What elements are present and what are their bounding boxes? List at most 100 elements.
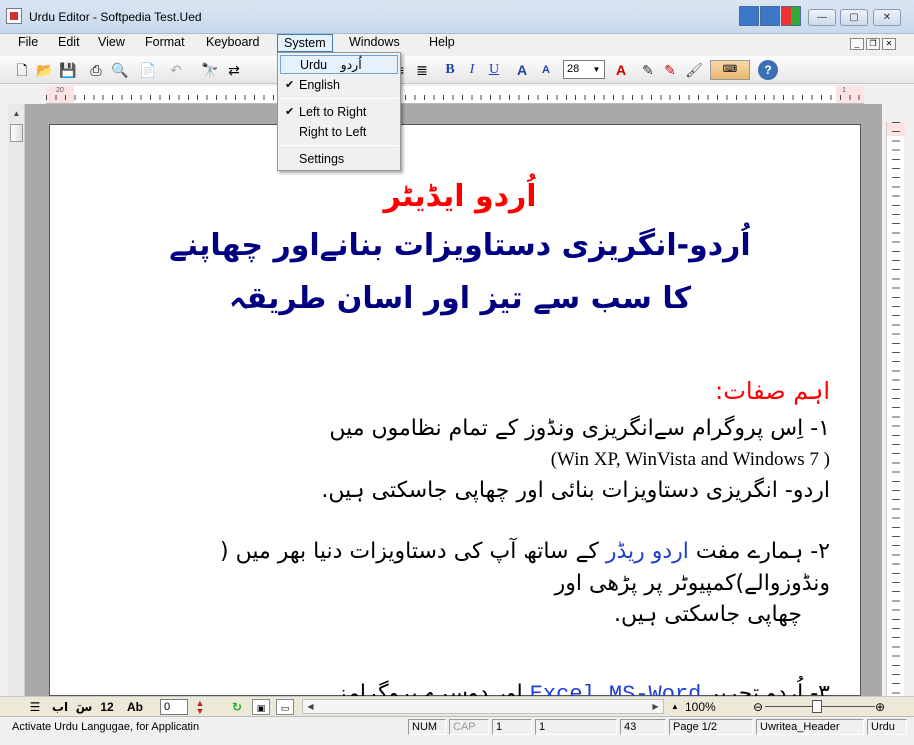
menu-separator: [280, 145, 398, 146]
horizontal-ruler[interactable]: 20 1: [46, 86, 864, 104]
language-indicator: Urdu: [867, 719, 907, 735]
zoom-in-icon[interactable]: ⊕: [872, 699, 888, 715]
horizontal-scrollbar[interactable]: ◀ ▶: [302, 699, 664, 714]
menu-option-rtl[interactable]: Right to Left: [280, 123, 398, 142]
zoom-dropdown-icon[interactable]: ▲: [668, 699, 682, 715]
replace-icon[interactable]: ⇄: [224, 60, 244, 80]
open-folder-icon[interactable]: 📂: [35, 60, 55, 80]
system-menu-dropdown: Urdu اُردو ✔ English ✔ Left to Right Rig…: [277, 52, 401, 171]
mdi-restore-icon[interactable]: ❐: [866, 38, 880, 50]
menu-system[interactable]: System: [277, 34, 333, 52]
menu-option-ltr[interactable]: ✔ Left to Right: [280, 103, 398, 122]
print-preview-icon[interactable]: 🔍: [110, 60, 130, 80]
font-grow-icon[interactable]: A: [512, 60, 532, 80]
menu-format[interactable]: Format: [139, 34, 191, 52]
back-arrow-icon[interactable]: [760, 6, 780, 26]
menu-keyboard[interactable]: Keyboard: [200, 34, 266, 52]
zoom-out-icon[interactable]: ⊖: [750, 699, 766, 715]
frame-icon[interactable]: ▭: [276, 699, 294, 715]
menu-view[interactable]: View: [92, 34, 131, 52]
zoom-slider-thumb[interactable]: [812, 700, 822, 713]
font-color-icon[interactable]: A: [611, 60, 631, 80]
help-person-icon[interactable]: [739, 6, 759, 26]
help-icon[interactable]: ?: [758, 60, 778, 80]
justify-icon[interactable]: ≣: [412, 60, 432, 80]
grid-colors-icon[interactable]: [781, 6, 801, 26]
urdu-reader-link[interactable]: اردو ریڈر: [606, 539, 689, 564]
menu-edit[interactable]: Edit: [52, 34, 86, 52]
highlight-icon[interactable]: ✎: [638, 60, 658, 80]
page-indicator: Page 1/2: [669, 719, 753, 735]
size-12-button[interactable]: 12: [98, 699, 116, 715]
urdu-style-button[interactable]: سَ: [75, 699, 93, 715]
save-icon[interactable]: 💾: [58, 60, 78, 80]
toolbar: 🗋 📂 💾 ⎙ 🔍 📄 ↶ 🔭 ⇄ ≡ ≣ B I U A A 28 ▼ A ✎…: [0, 56, 914, 84]
scroll-left-icon[interactable]: ◀: [303, 700, 318, 713]
text-line-4-post: کے ساتھ آپ کی دستاویزات دنیا بھر میں (: [220, 539, 606, 564]
menu-help[interactable]: Help: [423, 34, 461, 52]
num-lock-indicator: NUM: [408, 719, 446, 735]
font-size-select[interactable]: 28 ▼: [563, 60, 605, 79]
scroll-up-icon[interactable]: ▲: [8, 106, 25, 121]
title-bar: Urdu Editor - Softpedia Test.Ued — ▢ ✕: [0, 0, 914, 34]
scroll-right-icon[interactable]: ▶: [648, 700, 663, 713]
print-icon[interactable]: ⎙: [86, 60, 106, 80]
brush-icon[interactable]: 🖌: [684, 60, 704, 80]
text-line-3: اردو- انگریزی دستاویزات بنائی اور چھاپی …: [321, 478, 830, 503]
document-subtitle-2: کا سب سے تیز اور اسان طریقہ: [228, 281, 692, 316]
text-line-6: چھاپی جاسکتی ہیں.: [613, 602, 802, 627]
ruler-ticks: [46, 95, 864, 100]
minimize-icon[interactable]: —: [808, 9, 836, 26]
mdi-minimize-icon[interactable]: _: [850, 38, 864, 50]
menu-bar: File Edit View Format Keyboard System Wi…: [0, 34, 914, 54]
find-icon[interactable]: 🔭: [200, 60, 220, 80]
rtl-option-label: Right to Left: [299, 125, 367, 139]
spin-stepper-icon[interactable]: ▲ ▼: [192, 699, 208, 716]
urdu-option-native: اُردو: [340, 57, 362, 72]
keyboard-icon[interactable]: ⌨: [710, 60, 750, 80]
urdu-font-button[interactable]: اب: [50, 699, 70, 715]
font-shrink-icon[interactable]: A: [536, 60, 556, 80]
vertical-ruler-ticks: [892, 122, 900, 696]
style-indicator: Uwritea_Header: [756, 719, 864, 735]
refresh-icon[interactable]: ↻: [228, 699, 246, 715]
font-size-value: 28: [567, 63, 580, 75]
document-title: اُردو ایڈیٹر: [383, 179, 537, 214]
window-title: Urdu Editor - Softpedia Test.Ued: [29, 10, 202, 24]
english-option-label: English: [299, 78, 340, 92]
underline-icon[interactable]: U: [484, 60, 504, 80]
close-icon[interactable]: ✕: [873, 9, 901, 26]
scroll-thumb[interactable]: [10, 124, 23, 142]
document-subtitle-1: اُردو-انگریزی دستاویزات بنانےاور چھاپنے: [169, 228, 751, 263]
status-column: 1: [535, 719, 617, 735]
text-line-4: ۲- ہمارے مفت اردو ریڈر کے ساتھ آپ کی دست…: [220, 539, 830, 564]
list-icon[interactable]: ☰: [26, 699, 44, 715]
menu-file[interactable]: File: [12, 34, 44, 52]
menu-option-english[interactable]: ✔ English: [280, 76, 398, 95]
status-bar: Activate Urdu Langugae, for Applicatin N…: [0, 716, 914, 745]
undo-icon[interactable]: ↶: [166, 60, 186, 80]
vertical-scrollbar[interactable]: ▲: [8, 104, 25, 696]
document-page[interactable]: اُردو ایڈیٹر اُردو-انگریزی دستاویزات بنا…: [49, 124, 861, 707]
status-position: 43: [620, 719, 666, 735]
section-heading: اہم صفات:: [715, 377, 830, 405]
caps-lock-indicator: CAP: [449, 719, 489, 735]
bottom-toolbar: ☰ اب سَ 12 Ab 0 ▲ ▼ ↻ ▣ ▭ ◀ ▶ ▲ 100% ⊖ ⊕: [0, 696, 914, 716]
menu-option-urdu[interactable]: Urdu اُردو: [280, 55, 398, 74]
menu-option-settings[interactable]: Settings: [280, 150, 398, 169]
image-icon[interactable]: ▣: [252, 699, 270, 715]
bold-icon[interactable]: B: [440, 60, 460, 80]
italic-icon[interactable]: I: [462, 60, 482, 80]
new-file-icon[interactable]: 🗋: [12, 60, 32, 80]
menu-windows[interactable]: Windows: [343, 34, 406, 52]
maximize-icon[interactable]: ▢: [840, 9, 868, 26]
chevron-down-icon: ▼: [592, 65, 601, 74]
color-pen-icon[interactable]: ✎: [660, 60, 680, 80]
zoom-level[interactable]: 100%: [685, 700, 716, 714]
document-icon[interactable]: 📄: [138, 60, 158, 80]
spacing-input[interactable]: 0: [160, 699, 188, 715]
mdi-close-icon[interactable]: ✕: [882, 38, 896, 50]
text-line-1: ۱- اِس پروگرام سےانگریزی ونڈوز کے تمام ن…: [329, 416, 830, 441]
latin-font-button[interactable]: Ab: [124, 699, 146, 715]
status-line: 1: [492, 719, 532, 735]
